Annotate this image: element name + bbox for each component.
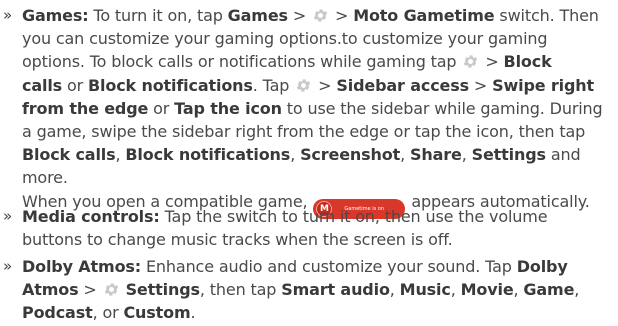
gear-icon (103, 281, 120, 298)
games-heading: Games: (22, 6, 89, 25)
gear-icon (312, 7, 329, 24)
list-item-media-controls: » Media controls: Tap the switch to turn… (0, 205, 605, 251)
list-item-dolby-atmos: » Dolby Atmos: Enhance audio and customi… (0, 255, 605, 325)
document-page: » Games: To turn it on, tap Games > > Mo… (0, 0, 618, 326)
dolby-heading: Dolby Atmos: (22, 257, 142, 276)
bullet-marker: » (3, 257, 13, 275)
media-text: Media controls: Tap the switch to turn i… (22, 207, 548, 250)
games-text: Games: To turn it on, tap Games > > Moto… (0, 4, 605, 220)
gear-icon (295, 77, 312, 94)
bullet-marker: » (3, 6, 13, 24)
list-item-games: » Games: To turn it on, tap Games > > Mo… (0, 4, 605, 220)
media-heading: Media controls: (22, 207, 160, 226)
bullet-marker: » (3, 207, 13, 225)
gear-icon (462, 53, 479, 70)
dolby-text: Dolby Atmos: Enhance audio and customize… (22, 257, 580, 323)
